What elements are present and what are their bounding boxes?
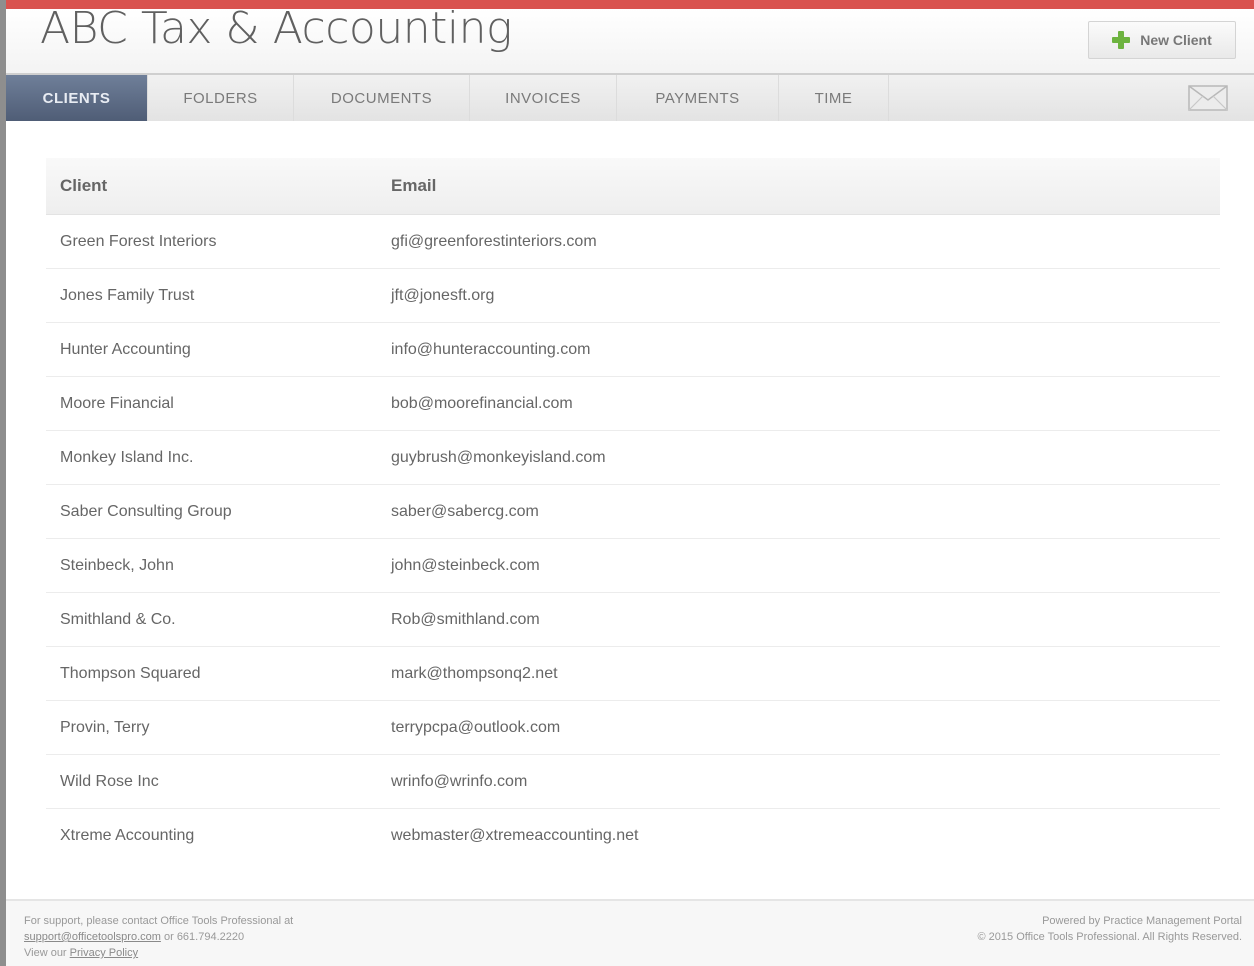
footer-support: For support, please contact Office Tools…: [24, 913, 293, 961]
new-client-button[interactable]: New Client: [1088, 21, 1236, 59]
client-email-cell: wrinfo@wrinfo.com: [377, 754, 1220, 809]
privacy-line: View our Privacy Policy: [24, 945, 293, 961]
support-phone: or 661.794.2220: [160, 931, 245, 943]
client-name-cell[interactable]: Saber Consulting Group: [46, 484, 377, 539]
app-title: ABC Tax & Accounting: [40, 3, 512, 54]
client-name-cell[interactable]: Wild Rose Inc: [46, 754, 377, 809]
new-client-label: New Client: [1140, 32, 1212, 48]
client-name-cell[interactable]: Xtreme Accounting: [46, 809, 377, 863]
client-name-cell[interactable]: Thompson Squared: [46, 646, 377, 701]
client-email-cell: john@steinbeck.com: [377, 538, 1220, 593]
main-nav: CLIENTS FOLDERS DOCUMENTS INVOICES PAYME…: [6, 73, 1254, 121]
table-row[interactable]: Monkey Island Inc. guybrush@monkeyisland.…: [46, 430, 1220, 485]
table-header-row: Client Email: [46, 158, 1220, 215]
table-row[interactable]: Moore Financial bob@moorefinancial.com: [46, 376, 1220, 431]
page-footer: For support, please contact Office Tools…: [6, 899, 1254, 966]
client-email-cell: terrypcpa@outlook.com: [377, 700, 1220, 755]
copyright-text: © 2015 Office Tools Professional. All Ri…: [977, 931, 1243, 943]
left-edge-bar: [0, 0, 6, 966]
table-row[interactable]: Steinbeck, John john@steinbeck.com: [46, 538, 1220, 593]
client-name-cell[interactable]: Moore Financial: [46, 376, 377, 431]
tab-time[interactable]: TIME: [779, 75, 889, 121]
plus-icon: [1112, 31, 1131, 49]
footer-credits: Powered by Practice Management Portal © …: [978, 913, 1243, 945]
client-email-cell: jft@jonesft.org: [377, 268, 1220, 323]
messages-button[interactable]: [1188, 84, 1228, 112]
support-email-link[interactable]: support@officetoolspro.com: [24, 931, 161, 943]
privacy-policy-link[interactable]: Privacy Policy: [70, 947, 138, 959]
tab-clients[interactable]: CLIENTS: [6, 75, 148, 121]
table-row[interactable]: Smithland & Co. Rob@smithland.com: [46, 592, 1220, 647]
client-email-cell: mark@thompsonq2.net: [377, 646, 1220, 701]
clients-table: Client Email Green Forest Interiors gfi@g…: [46, 158, 1220, 862]
client-email-cell: saber@sabercg.com: [377, 484, 1220, 539]
client-email-cell: bob@moorefinancial.com: [377, 376, 1220, 431]
table-row[interactable]: Wild Rose Inc wrinfo@wrinfo.com: [46, 754, 1220, 809]
client-email-cell: guybrush@monkeyisland.com: [377, 430, 1220, 485]
column-header-email[interactable]: Email: [377, 158, 1220, 215]
table-row[interactable]: Provin, Terry terrypcpa@outlook.com: [46, 700, 1220, 755]
tab-payments[interactable]: PAYMENTS: [617, 75, 779, 121]
support-contact-line: support@officetoolspro.com or 661.794.22…: [24, 929, 293, 945]
view-our-text: View our: [24, 947, 70, 959]
client-name-cell[interactable]: Jones Family Trust: [46, 268, 377, 323]
client-email-cell: Rob@smithland.com: [377, 592, 1220, 647]
tab-folders[interactable]: FOLDERS: [148, 75, 294, 121]
client-email-cell: gfi@greenforestinteriors.com: [377, 214, 1220, 269]
client-email-cell: webmaster@xtremeaccounting.net: [391, 826, 639, 844]
powered-by-text: Powered by Practice Management Portal: [1042, 915, 1242, 927]
table-row[interactable]: Green Forest Interiors gfi@greenforestint…: [46, 214, 1220, 269]
client-email-cell: info@hunteraccounting.com: [377, 322, 1220, 377]
app-header: ABC Tax & Accounting New Client: [6, 3, 1254, 73]
client-name-cell[interactable]: Provin, Terry: [46, 700, 377, 755]
mail-icon: [1188, 85, 1228, 111]
table-row[interactable]: Hunter Accounting info@hunteraccounting.c…: [46, 322, 1220, 377]
client-name-cell[interactable]: Smithland & Co.: [46, 592, 377, 647]
client-name-cell[interactable]: Steinbeck, John: [46, 538, 377, 593]
client-name-cell[interactable]: Green Forest Interiors: [46, 214, 377, 269]
client-name-cell[interactable]: Monkey Island Inc.: [46, 430, 377, 485]
table-row[interactable]: Thompson Squared mark@thompsonq2.net: [46, 646, 1220, 701]
support-text: For support, please contact Office Tools…: [24, 915, 294, 927]
column-header-client[interactable]: Client: [46, 158, 377, 215]
tab-documents[interactable]: DOCUMENTS: [294, 75, 470, 121]
clients-table-container: Client Email Green Forest Interiors gfi@g…: [46, 158, 1220, 862]
table-row[interactable]: Jones Family Trust jft@jonesft.org: [46, 268, 1220, 323]
client-name-cell[interactable]: Hunter Accounting: [46, 322, 377, 377]
table-row[interactable]: Xtreme Accounting webmaster@xtremeaccount…: [46, 809, 1220, 863]
tab-invoices[interactable]: INVOICES: [470, 75, 617, 121]
table-row[interactable]: Saber Consulting Group saber@sabercg.com: [46, 484, 1220, 539]
